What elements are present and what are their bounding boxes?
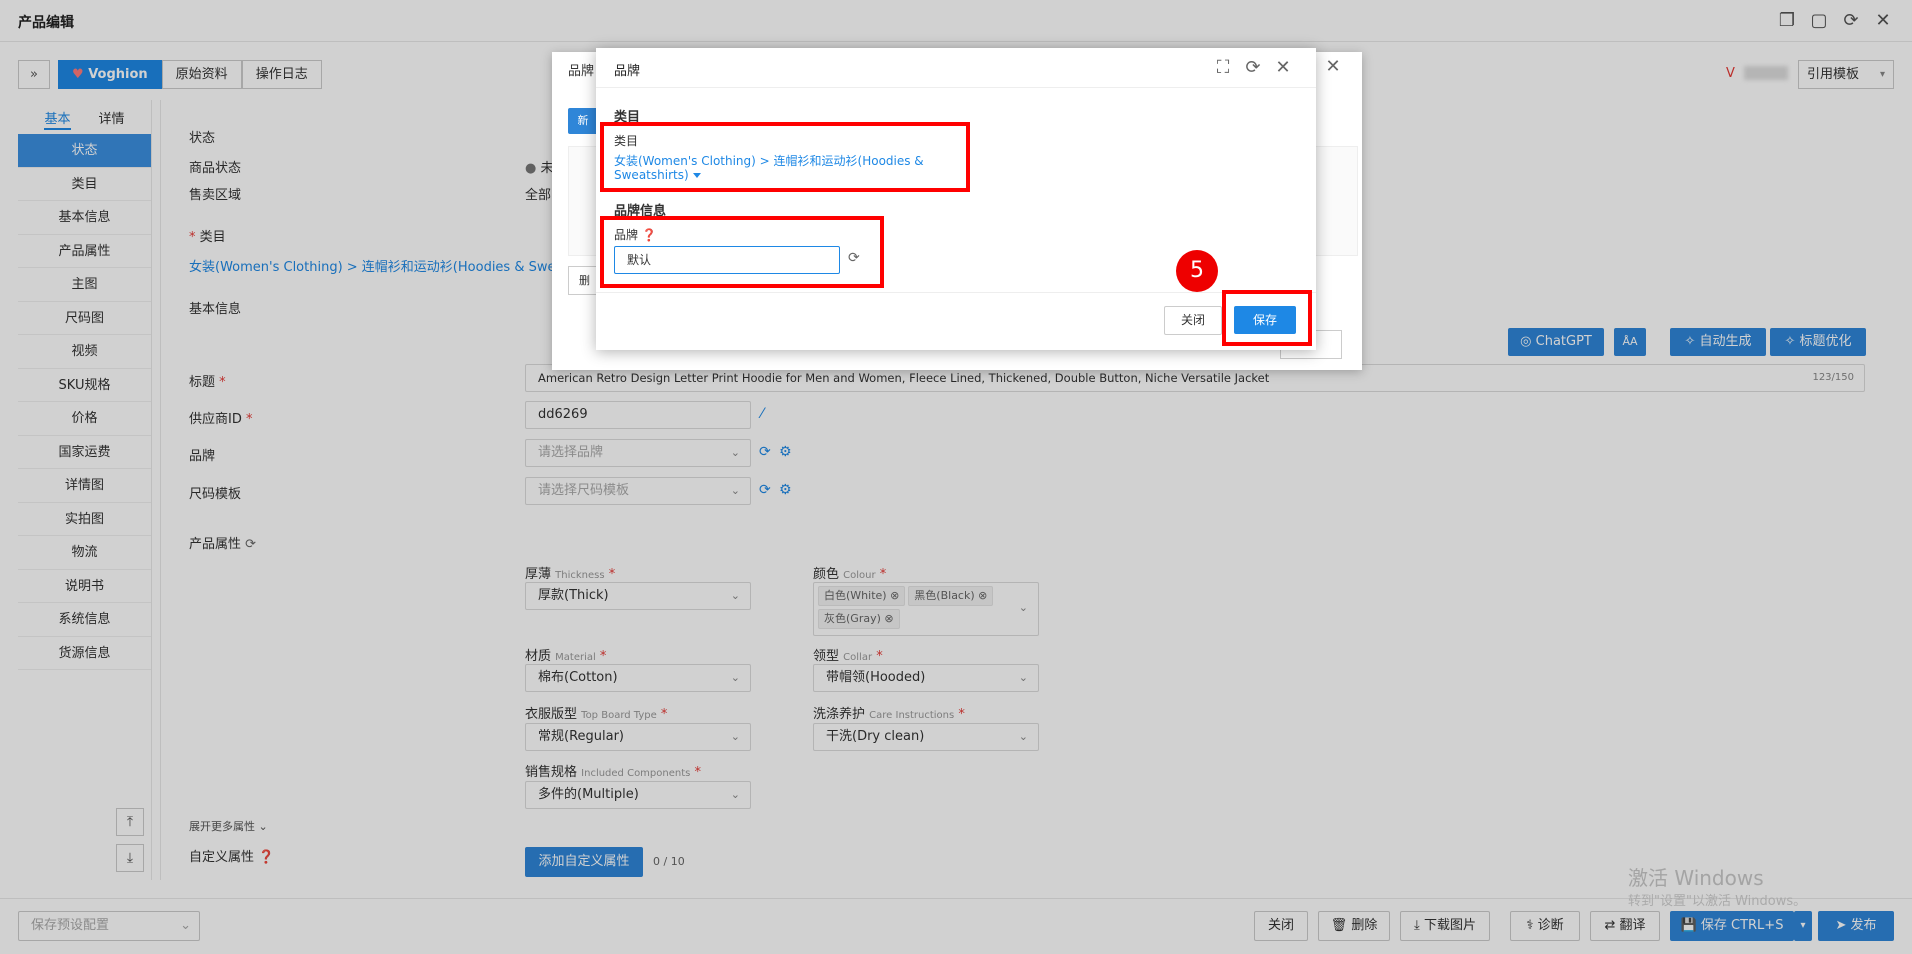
brand-list-title: 品牌	[568, 64, 595, 79]
highlight-category	[600, 122, 970, 192]
new-brand-button[interactable]: 新	[568, 108, 598, 134]
product-edit-window: 产品编辑 ❐ ▢ ⟳ ✕ » ♥ Voghion 原始资料 操作日志 V 引用模…	[0, 0, 1912, 954]
fullscreen-icon[interactable]: ⛶	[1212, 57, 1234, 78]
close-icon[interactable]: ✕	[1322, 56, 1344, 77]
dialog-header: 品牌 ⛶ ⟳ ✕	[596, 48, 1316, 88]
highlight-brand	[600, 216, 884, 288]
brand-dialog: 品牌 ⛶ ⟳ ✕ 类目 类目 女装(Women's Clothing) > 连帽…	[596, 48, 1316, 350]
dialog-footer-divider	[596, 292, 1316, 293]
dialog-close-button[interactable]: 关闭	[1164, 306, 1222, 335]
refresh-icon[interactable]: ⟳	[1242, 57, 1264, 78]
highlight-save	[1222, 290, 1312, 346]
close-icon[interactable]: ✕	[1272, 57, 1294, 78]
step-badge: 5	[1176, 250, 1218, 292]
dialog-title: 品牌	[614, 64, 641, 79]
